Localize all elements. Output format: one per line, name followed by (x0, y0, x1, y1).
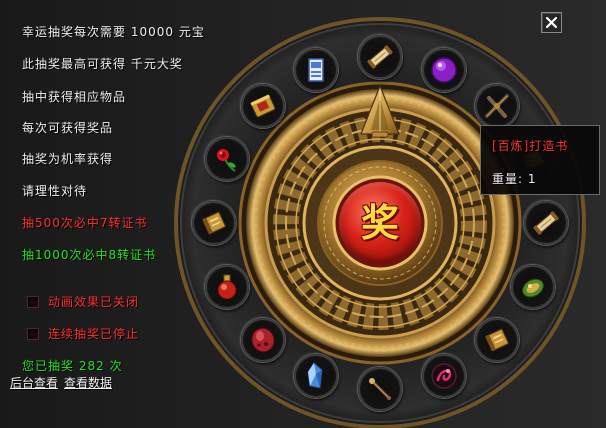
wheel-slot[interactable] (475, 318, 520, 363)
lottery-window: 奖 幸运抽奖每次需要 10000 元宝 此抽奖最高可获得 千元大奖 抽中获得相应… (0, 0, 606, 428)
top-prize-line: 此抽奖最高可获得 千元大奖 (22, 57, 183, 71)
backend-view-link[interactable]: 后台查看 (10, 376, 58, 390)
auto-draw-toggle[interactable]: 连续抽奖已停止 (27, 327, 139, 341)
animation-checkbox[interactable] (27, 296, 39, 308)
emblem-icon (428, 360, 460, 392)
cost-currency: 元宝 (178, 25, 205, 39)
tooltip-weight: 重量: 1 (492, 170, 537, 187)
note-line: 抽奖为机率获得 (22, 152, 114, 166)
note-line: 每次可获得奖品 (22, 121, 114, 135)
guarantee-1000-text: 抽1000次必中8转证书 (22, 248, 157, 262)
wheel-slot[interactable] (294, 47, 339, 92)
animation-toggle[interactable]: 动画效果已关闭 (27, 295, 139, 309)
draw-count-suffix: 次 (109, 359, 123, 373)
tooltip-weight-label: 重量: (492, 172, 524, 186)
wheel-slot[interactable] (511, 264, 556, 309)
weapon-icon (481, 90, 513, 122)
spin-button-label: 奖 (360, 201, 399, 245)
book-icon (481, 324, 513, 356)
close-icon (546, 17, 557, 28)
wand-icon (364, 373, 396, 405)
wheel-slot[interactable] (294, 354, 339, 399)
info-panel: 幸运抽奖每次需要 10000 元宝 此抽奖最高可获得 千元大奖 抽中获得相应物品… (0, 0, 300, 428)
tooltip-item-name: [百炼]打造书 (492, 139, 569, 153)
note-line: 抽中获得相应物品 (22, 90, 127, 104)
top-prize-prefix: 此抽奖最高可获得 (22, 57, 127, 71)
draw-count-text: 您已抽奖 282 次 (22, 359, 123, 373)
spin-button[interactable]: 奖 (339, 182, 421, 264)
helmet-icon (517, 271, 549, 303)
wheel-slot[interactable] (421, 47, 466, 92)
draw-count-value: 282 (78, 359, 105, 373)
wheel-slot[interactable] (475, 83, 520, 128)
cost-line: 幸运抽奖每次需要 10000 元宝 (22, 25, 205, 39)
wheel-slot[interactable] (421, 354, 466, 399)
top-prize-value: 千元大奖 (130, 57, 183, 71)
scroll-icon (530, 207, 562, 239)
view-data-link[interactable]: 查看数据 (64, 376, 112, 390)
draw-count-prefix: 您已抽奖 (22, 359, 75, 373)
auto-draw-checkbox[interactable] (27, 328, 39, 340)
cost-amount: 10000 (130, 25, 175, 39)
note-line: 请理性对待 (22, 184, 88, 198)
guarantee-500-text: 抽500次必中7转证书 (22, 216, 148, 230)
wheel-slot[interactable] (358, 367, 402, 411)
close-button[interactable] (541, 12, 562, 33)
animation-toggle-label: 动画效果已关闭 (48, 295, 140, 309)
wheel-slot[interactable] (358, 35, 402, 79)
scroll-icon (364, 41, 396, 73)
purple-orb-icon (428, 54, 460, 86)
auto-draw-toggle-label: 连续抽奖已停止 (48, 327, 140, 341)
card-icon (300, 54, 332, 86)
item-tooltip: [百炼]打造书 重量: 1 (480, 125, 600, 195)
crystal-icon (300, 360, 332, 392)
wheel-slot[interactable] (524, 201, 568, 245)
tooltip-weight-value: 1 (527, 172, 537, 186)
cost-prefix: 幸运抽奖每次需要 (22, 25, 127, 39)
